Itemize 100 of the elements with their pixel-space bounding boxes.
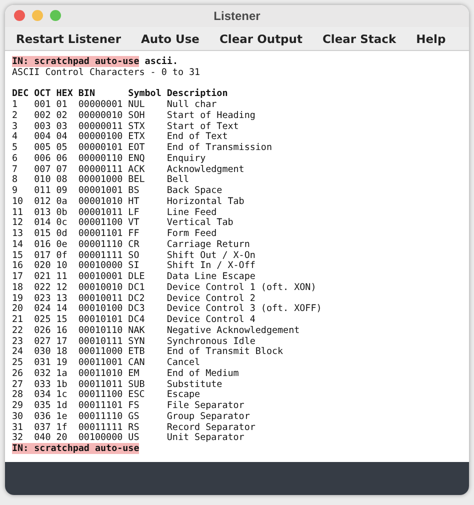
table-cell-text: 25 — [12, 358, 24, 369]
table-cell-text: 031 — [34, 358, 52, 369]
table-cell-text: 29 — [12, 401, 24, 412]
table-cell-text: 020 — [34, 261, 52, 272]
table-cell-text: DC1 — [128, 282, 146, 294]
table-cell-text: 0e — [56, 240, 68, 250]
table-cell-text: 5 — [12, 143, 19, 154]
table-cell-text: 00010110 — [78, 326, 124, 336]
table-cell-text: End of Transmit Block — [166, 347, 284, 358]
command-text: ascii. — [144, 56, 178, 67]
table-cell-text: Shift In / X-Off — [166, 261, 256, 272]
table-cell-text: 17 — [56, 336, 68, 347]
table-cell-text: 00011100 — [78, 390, 124, 401]
table-cell-text: 023 — [34, 294, 52, 304]
table-cell-text: 00011111 — [78, 422, 124, 433]
prompt-label: IN: scratchpad auto-use — [12, 443, 140, 454]
table-cell-text: NAK — [128, 326, 146, 336]
table-cell-text: 24 — [12, 347, 24, 358]
table-cell-text: CR — [128, 240, 140, 250]
table-cell-text: STX — [128, 122, 146, 132]
table-cell-text: Record Separator — [166, 422, 256, 433]
table-cell-text: 00001000 — [78, 175, 124, 186]
table-cell-text: 040 — [34, 433, 52, 444]
table-cell-text: 11 — [56, 272, 68, 283]
table-cell-text: Start of Heading — [166, 110, 256, 122]
table-cell-text: 016 — [34, 240, 52, 250]
table-cell-text: 31 — [12, 422, 24, 433]
table-cell-text: End of Transmission — [166, 143, 273, 154]
table-cell-text: Bell — [166, 175, 190, 186]
table-cell-text: Group Separator — [166, 412, 251, 422]
table-cell-text: DC2 — [128, 294, 146, 304]
table-cell-text: 13 — [56, 294, 68, 304]
table-cell-text: ETX — [128, 132, 146, 143]
table-cell-text: Carriage Return — [166, 240, 251, 250]
table-cell-text: Null char — [166, 100, 218, 111]
table-cell-text: 03 — [56, 122, 68, 132]
table-cell-text: 8 — [12, 175, 19, 186]
table-cell-text: 26 — [12, 368, 24, 380]
table-cell-text: RS — [128, 422, 140, 433]
table-cell-text: 1e — [56, 412, 68, 422]
table-cell-text: 037 — [34, 422, 52, 433]
table-cell-text: End of Text — [166, 132, 229, 143]
table-cell-text: CAN — [128, 358, 146, 369]
table-cell-text: ACK — [128, 164, 146, 175]
table-cell-text: SI — [128, 261, 140, 272]
table-cell-text: Acknowledgment — [166, 164, 246, 175]
table-cell-text: Horizontal Tab — [166, 196, 246, 208]
table-cell-text: 00011001 — [78, 358, 124, 369]
toolbar-button[interactable]: Restart Listener — [12, 30, 125, 48]
table-cell-text: 30 — [12, 412, 24, 422]
table-cell-text: 011 — [34, 186, 52, 197]
table-cell-text: 21 — [12, 315, 24, 326]
table-cell-text: 1d — [56, 401, 68, 412]
table-cell-text: 014 — [34, 218, 52, 229]
zoom-button[interactable] — [50, 10, 61, 21]
minimize-button[interactable] — [32, 10, 43, 21]
table-cell-text: 1 — [12, 100, 19, 111]
table-cell-text: 11 — [12, 208, 24, 218]
table-cell-text: 19 — [12, 294, 24, 304]
table-cell-text: 1a — [56, 368, 68, 380]
table-cell-text: 00000011 — [78, 122, 124, 132]
table-cell-text: 28 — [12, 390, 24, 401]
column-header: BIN — [78, 89, 96, 100]
table-cell-text: 17 — [12, 272, 24, 283]
table-cell-text: EOT — [128, 143, 146, 154]
toolbar-button[interactable]: Clear Output — [215, 30, 306, 48]
table-cell-text: LF — [128, 208, 140, 218]
table-cell-text: Device Control 3 (oft. XOFF) — [166, 304, 323, 315]
table-cell-text: 20 — [56, 433, 68, 444]
column-header: Description — [166, 89, 229, 100]
table-cell-text: SO — [128, 250, 140, 261]
close-button[interactable] — [14, 10, 25, 21]
table-cell-text: 6 — [12, 154, 19, 164]
table-cell-text: 9 — [12, 186, 19, 197]
table-cell-text: 00011101 — [78, 401, 124, 412]
table-cell-text: 024 — [34, 304, 52, 315]
table-cell-text: 08 — [56, 175, 68, 186]
table-cell-text: 00001100 — [78, 218, 124, 229]
table-cell-text: 19 — [56, 358, 68, 369]
table-cell-text: 0b — [56, 208, 68, 218]
table-cell-text: 00001010 — [78, 196, 124, 208]
table-cell-text: 05 — [56, 143, 68, 154]
table-cell-text: 00000010 — [78, 110, 124, 122]
table-cell-text: 025 — [34, 315, 52, 326]
table-cell-text: Substitute — [166, 380, 224, 390]
table-cell-text: Escape — [166, 390, 202, 401]
table-cell-text: ETB — [128, 347, 146, 358]
table-cell-text: 10 — [12, 196, 24, 208]
table-cell-text: 026 — [34, 326, 52, 336]
table-cell-text: 00000001 — [78, 100, 124, 111]
table-cell-text: BS — [128, 186, 140, 197]
table-cell-text: DC3 — [128, 304, 146, 315]
toolbar-button[interactable]: Auto Use — [137, 30, 204, 48]
table-cell-text: 14 — [12, 240, 24, 250]
table-cell-text: 4 — [12, 132, 19, 143]
table-cell-text: 18 — [12, 282, 24, 294]
table-cell-text: 00010100 — [78, 304, 124, 315]
toolbar-button[interactable]: Clear Stack — [318, 30, 400, 48]
table-cell-text: 015 — [34, 229, 52, 240]
toolbar-button[interactable]: Help — [412, 30, 450, 48]
